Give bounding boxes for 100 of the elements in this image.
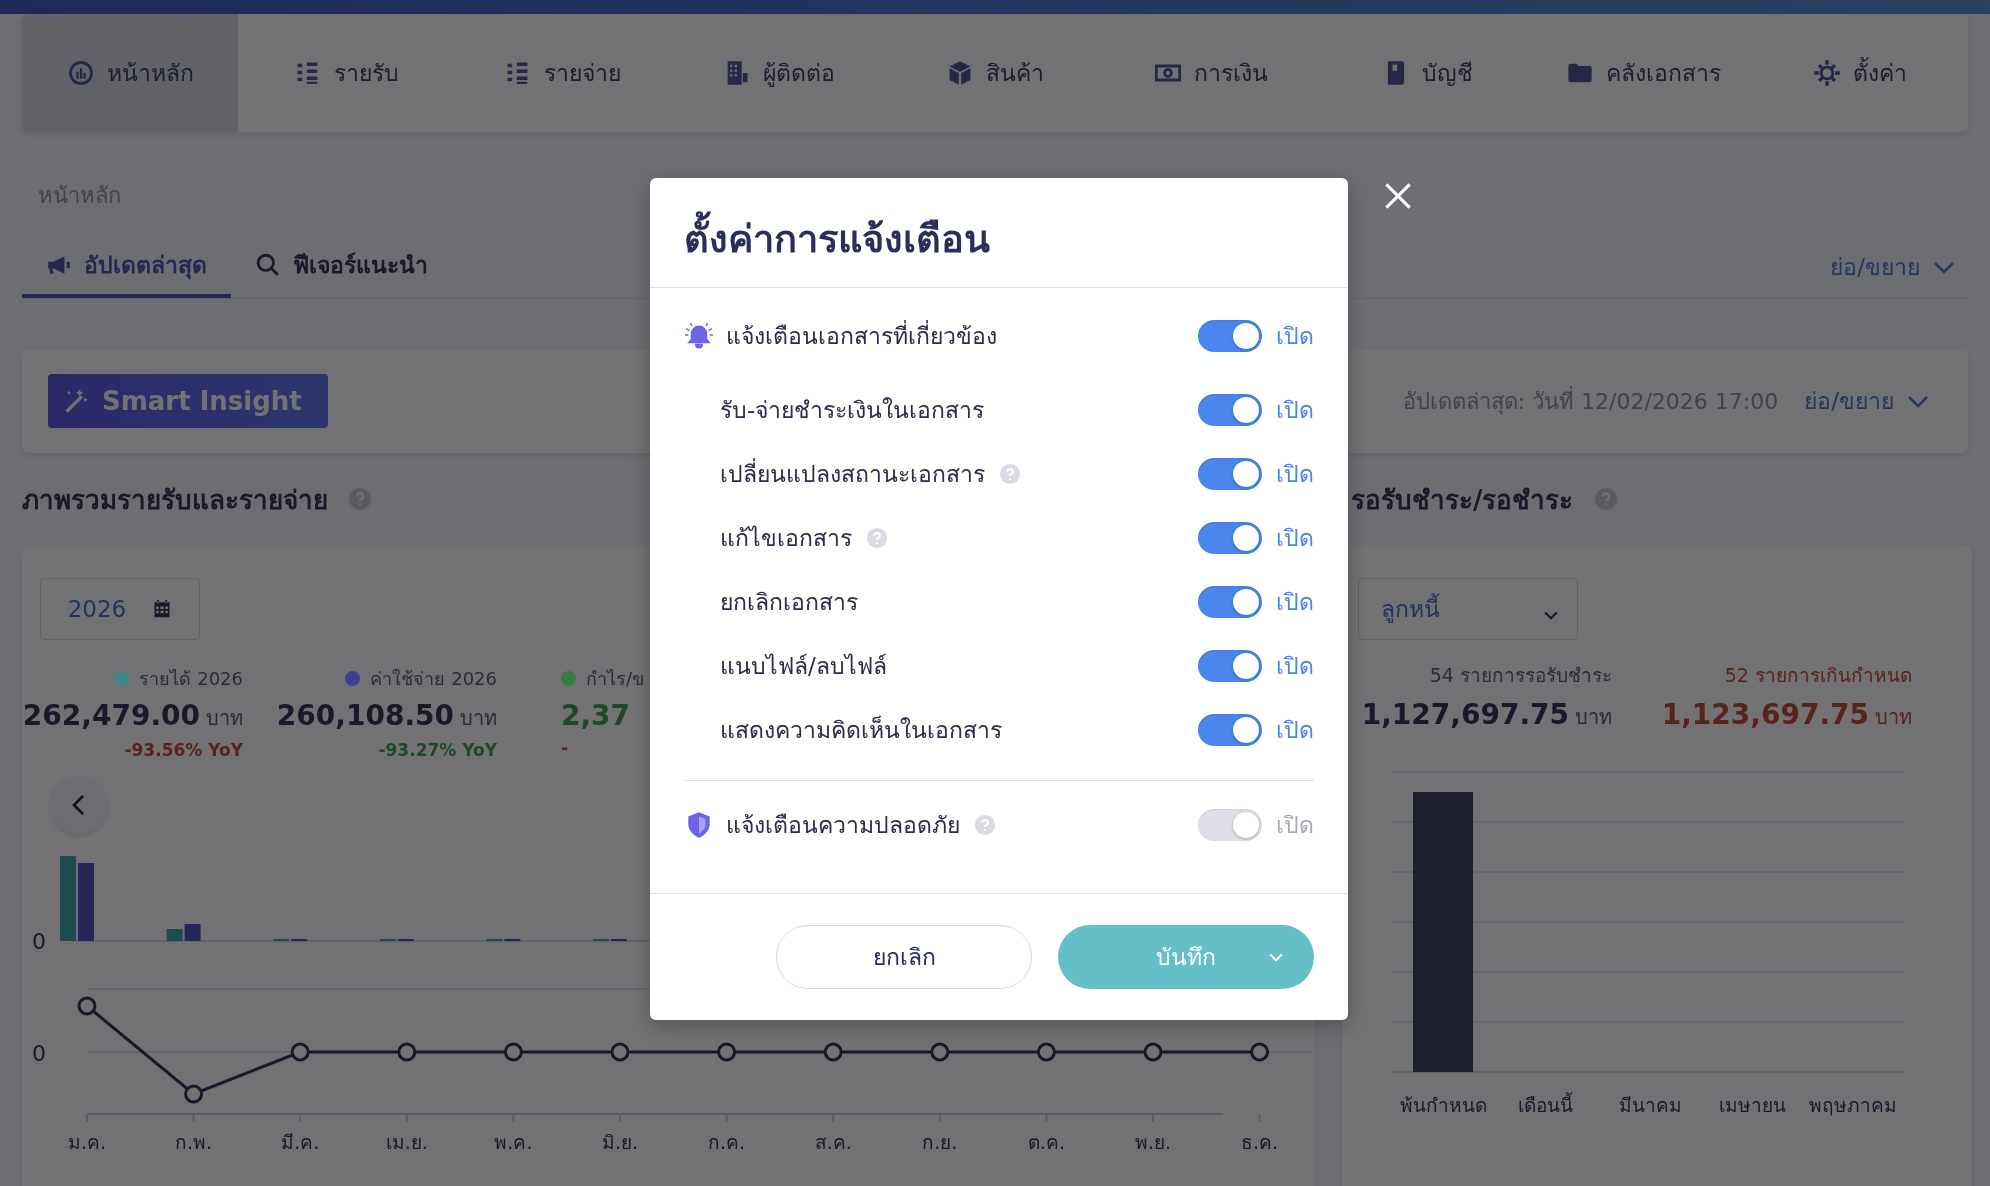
category-label: พ้นกำหนด (1399, 1094, 1487, 1116)
setting-label: แสดงความคิดเห็นในเอกสาร (720, 714, 1002, 745)
yoy-change: -93.56% YoY (124, 740, 243, 760)
setting-label: แจ้งเตือนความปลอดภัย (726, 811, 960, 840)
axis-label: 0 (32, 1041, 46, 1066)
currency-unit: บาท (206, 706, 243, 730)
data-point (717, 1042, 737, 1062)
nav-tab[interactable]: บัญชี (1319, 14, 1536, 132)
bell-icon (684, 321, 714, 351)
collapse-toggle[interactable]: ย่อ/ขยาย (1804, 383, 1942, 419)
nav-tab[interactable]: คลังเอกสาร (1535, 14, 1752, 132)
stat-label: 52 รายการเกินกำหนด (1724, 663, 1912, 688)
month-label: ส.ค. (814, 1131, 852, 1153)
dialog-title: ตั้งค่าการแจ้งเตือน (650, 178, 1348, 288)
smart-insight-button[interactable]: Smart Insight (48, 374, 328, 428)
yoy-change: - (561, 738, 569, 758)
data-point (1143, 1042, 1163, 1062)
legend-label: กำไร/ข (586, 667, 645, 691)
section-title: ภาพรวมรายรับและรายจ่าย (22, 483, 328, 517)
section-title: รอรับชำระ/รอชำระ (1351, 483, 1574, 517)
gear-icon (1812, 59, 1841, 87)
toggle-switch[interactable] (1198, 522, 1262, 554)
close-button[interactable] (1384, 182, 1412, 210)
setting-label: รับ-จ่ายชำระเงินในเอกสาร (720, 396, 985, 425)
year-picker[interactable]: 2026 (40, 578, 200, 640)
legend-label: รายได้ 2026 (139, 667, 243, 691)
month-label: มิ.ย. (601, 1131, 639, 1153)
toggle-switch[interactable] (1198, 586, 1262, 618)
nav-tab[interactable]: ผู้ติดต่อ (670, 14, 887, 132)
toggle-state-label: เปิด (1276, 460, 1314, 489)
toggle-switch[interactable] (1198, 394, 1262, 426)
month-label: ก.พ. (175, 1131, 213, 1153)
month-label: ธ.ค. (1241, 1131, 1279, 1153)
data-point (77, 996, 97, 1016)
toggle-state-label: เปิด (1276, 396, 1314, 425)
yoy-change: -93.27% YoY (378, 740, 497, 760)
tab[interactable]: อัปเดตล่าสุด (22, 236, 231, 298)
bar (166, 929, 183, 941)
month-label: เม.ย. (385, 1131, 428, 1153)
month-label: ก.ค. (708, 1131, 746, 1153)
setting-label: เปลี่ยนแปลงสถานะเอกสาร (720, 456, 985, 492)
setting-label: แจ้งเตือนเอกสารที่เกี่ยวข้อง (726, 318, 997, 354)
data-point (184, 1084, 204, 1104)
axis-label: 0 (32, 929, 46, 954)
stat-label: 54 รายการรอรับชำระ (1429, 663, 1612, 688)
data-point (610, 1042, 630, 1062)
toggle-switch[interactable] (1198, 320, 1262, 352)
toggle-switch[interactable] (1198, 458, 1262, 490)
toggle-state-label: เปิด (1276, 524, 1314, 553)
nav-tab[interactable]: การเงิน (1103, 14, 1320, 132)
month-label: มี.ค. (281, 1131, 320, 1153)
data-point (823, 1042, 843, 1062)
amount: 260,108.50 (276, 699, 454, 732)
setting-label: แก้ไขเอกสาร (720, 524, 852, 553)
data-point (503, 1042, 523, 1062)
toggle-switch[interactable] (1198, 650, 1262, 682)
nav-tab[interactable]: สินค้า (886, 14, 1104, 132)
toggle-state-label: เปิด (1276, 322, 1314, 351)
month-label: ม.ค. (67, 1131, 107, 1153)
month-label: ก.ย. (922, 1131, 958, 1153)
amount: 1,123,697.75 (1661, 698, 1869, 731)
toggle-state-label: เปิด (1276, 811, 1314, 840)
toggle-state-label: เปิด (1276, 716, 1314, 745)
search-icon (255, 252, 281, 278)
currency-unit: บาท (1575, 705, 1612, 729)
data-point (1250, 1042, 1270, 1062)
filter-dropdown[interactable]: ลูกหนี้ (1358, 578, 1578, 640)
toggle-switch[interactable] (1198, 714, 1262, 746)
data-point (290, 1042, 310, 1062)
legend-label: ค่าใช้จ่าย 2026 (370, 667, 497, 691)
save-button[interactable]: บันทึก (1058, 925, 1314, 989)
nav-tab[interactable]: ตั้งค่า (1751, 14, 1968, 132)
nav-tab[interactable]: หน้าหลัก (22, 14, 239, 132)
setting-label: แนบไฟล์/ลบไฟล์ (720, 652, 887, 681)
collapse-toggle[interactable]: ย่อ/ขยาย (1830, 236, 1968, 298)
bar (184, 924, 201, 941)
category-label: พฤษภาคม (1809, 1094, 1897, 1116)
data-point (930, 1042, 950, 1062)
toggle-state-label: เปิด (1276, 652, 1314, 681)
category-label: มีนาคม (1618, 1094, 1682, 1116)
amount: 1,127,697.75 (1361, 698, 1569, 731)
month-label: พ.ย. (1134, 1131, 1172, 1153)
nav-tab[interactable]: รายรับ (238, 14, 455, 132)
nav-tab[interactable]: รายจ่าย (454, 14, 671, 132)
category-label: เดือนนี้ (1517, 1094, 1573, 1116)
toggle-state-label: เปิด (1276, 588, 1314, 617)
setting-label: ยกเลิกเอกสาร (720, 588, 858, 617)
month-label: ต.ค. (1027, 1131, 1065, 1153)
month-label: พ.ค. (494, 1131, 533, 1153)
data-point (397, 1042, 417, 1062)
chart-icon (66, 59, 95, 87)
amount: 2,37 (561, 699, 631, 732)
amount: 262,479.00 (22, 699, 200, 732)
tab[interactable]: ฟีเจอร์แนะนำ (231, 236, 452, 298)
close-icon (1384, 182, 1412, 210)
calendar-icon (152, 599, 173, 619)
data-point (1036, 1042, 1056, 1062)
category-label: เมษายน (1718, 1094, 1786, 1116)
currency-unit: บาท (1875, 705, 1912, 729)
currency-unit: บาท (460, 706, 497, 730)
